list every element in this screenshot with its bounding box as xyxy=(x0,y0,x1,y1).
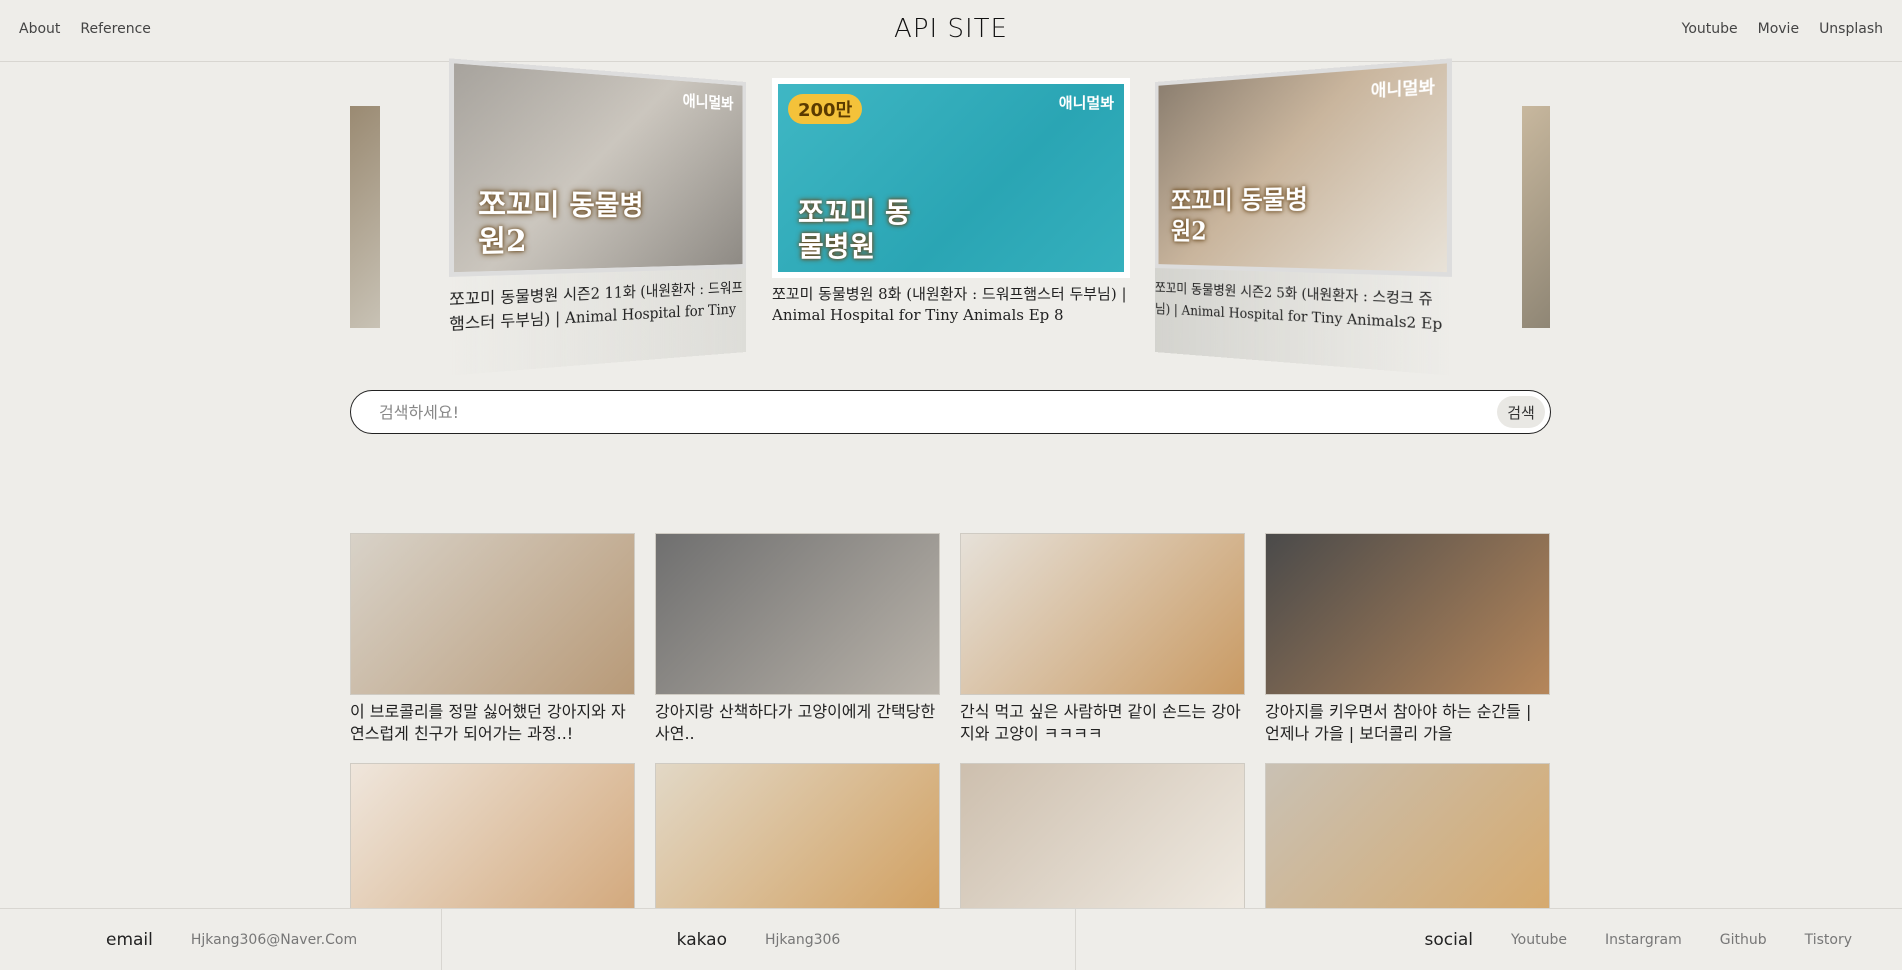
social-github-link[interactable]: Github xyxy=(1720,932,1767,948)
video-thumbnail[interactable] xyxy=(1265,763,1550,925)
video-grid: 이 브로콜리를 정말 싫어했던 강아지와 자연스럽게 친구가 되어가는 과정..… xyxy=(350,533,1551,970)
channel-logo: 애니멀봐 xyxy=(1058,94,1114,112)
video-thumbnail[interactable] xyxy=(1265,533,1550,695)
slide-caption: 쪼꼬미 동물병원 시즌2 5화 (내원환자 : 스컹크 쥬님) | Animal… xyxy=(1155,281,1443,341)
email-label: email xyxy=(106,930,153,950)
carousel-slide-active[interactable]: 200만 애니멀봐 쪼꼬미 동물병원 쪼꼬미 동물병원 8화 (내원환자 : 드… xyxy=(772,78,1130,334)
video-thumbnail[interactable] xyxy=(350,533,635,695)
social-youtube-link[interactable]: Youtube xyxy=(1511,932,1567,948)
video-card[interactable]: 강아지를 키우면서 참아야 하는 순간들 | 언제나 가을 | 보더콜리 가을 xyxy=(1265,533,1550,745)
site-footer: email Hjkang306@Naver.Com kakao Hjkang30… xyxy=(0,908,1902,970)
slide-thumbnail: 200만 애니멀봐 쪼꼬미 동물병원 xyxy=(772,78,1130,278)
thumbnail-title: 쪼꼬미 동물병원2 xyxy=(478,188,644,260)
video-card[interactable]: 이 브로콜리를 정말 싫어했던 강아지와 자연스럽게 친구가 되어가는 과정..… xyxy=(350,533,635,745)
carousel-slide-left[interactable]: 애니멀봐 쪼꼬미 동물병원2 쪼꼬미 동물병원 시즌2 11화 (내원환자 : … xyxy=(449,58,746,376)
video-thumbnail[interactable] xyxy=(350,763,635,925)
email-link[interactable]: Hjkang306@Naver.Com xyxy=(191,932,357,948)
thumbnail-title: 쪼꼬미 동물병원2 xyxy=(1171,183,1308,246)
carousel-slide-far-right[interactable] xyxy=(1522,106,1550,328)
slide-thumbnail: 애니멀봐 쪼꼬미 동물병원2 xyxy=(449,58,746,277)
footer-kakao: kakao Hjkang306 xyxy=(442,909,1076,970)
nav-right: Youtube Movie Unsplash xyxy=(1682,21,1883,37)
video-card[interactable]: 강아지랑 산책하다가 고양이에게 간택당한 사연.. xyxy=(655,533,940,745)
video-carousel: 애니멀봐 쪼꼬미 동물병원2 쪼꼬미 동물병원 시즌2 11화 (내원환자 : … xyxy=(0,58,1902,424)
search-button[interactable]: 검색 xyxy=(1497,396,1545,428)
video-thumbnail[interactable] xyxy=(655,763,940,925)
slide-caption: 쪼꼬미 동물병원 8화 (내원환자 : 드워프햄스터 두부님) | Animal… xyxy=(772,285,1127,328)
video-thumbnail[interactable] xyxy=(655,533,940,695)
slide-thumbnail: 애니멀봐 쪼꼬미 동물병원2 xyxy=(1155,58,1452,277)
video-title[interactable]: 강아지랑 산책하다가 고양이에게 간택당한 사연.. xyxy=(655,701,940,745)
social-tistory-link[interactable]: Tistory xyxy=(1805,932,1852,948)
video-title[interactable]: 강아지를 키우면서 참아야 하는 순간들 | 언제나 가을 | 보더콜리 가을 xyxy=(1265,701,1550,745)
channel-logo: 애니멀봐 xyxy=(1370,75,1435,101)
views-badge: 200만 xyxy=(788,94,863,124)
video-thumbnail[interactable] xyxy=(960,533,1245,695)
nav-youtube-link[interactable]: Youtube xyxy=(1682,21,1738,37)
social-label: social xyxy=(1424,930,1473,950)
thumbnail-title: 쪼꼬미 동물병원 xyxy=(798,196,911,263)
carousel-slide-right[interactable]: 애니멀봐 쪼꼬미 동물병원2 쪼꼬미 동물병원 시즌2 5화 (내원환자 : 스… xyxy=(1155,58,1452,376)
kakao-label: kakao xyxy=(676,930,727,950)
video-thumbnail[interactable] xyxy=(960,763,1245,925)
nav-unsplash-link[interactable]: Unsplash xyxy=(1819,21,1883,37)
search-input[interactable] xyxy=(379,400,1479,424)
footer-email: email Hjkang306@Naver.Com xyxy=(0,909,442,970)
video-title[interactable]: 이 브로콜리를 정말 싫어했던 강아지와 자연스럽게 친구가 되어가는 과정..… xyxy=(350,701,635,745)
video-title[interactable]: 간식 먹고 싶은 사람하면 같이 손드는 강아지와 고양이 ㅋㅋㅋㅋ xyxy=(960,701,1245,745)
slide-caption: 쪼꼬미 동물병원 시즌2 11화 (내원환자 : 드워프햄스터 두부님) | A… xyxy=(449,280,743,340)
nav-movie-link[interactable]: Movie xyxy=(1758,21,1799,37)
site-header: About Reference API SITE Youtube Movie U… xyxy=(0,0,1902,62)
site-title[interactable]: API SITE xyxy=(0,14,1902,44)
kakao-link[interactable]: Hjkang306 xyxy=(765,932,840,948)
channel-logo: 애니멀봐 xyxy=(682,91,734,114)
footer-social: social Youtube Instargram Github Tistory xyxy=(1076,909,1902,970)
video-card[interactable]: 간식 먹고 싶은 사람하면 같이 손드는 강아지와 고양이 ㅋㅋㅋㅋ xyxy=(960,533,1245,745)
social-instagram-link[interactable]: Instargram xyxy=(1605,932,1682,948)
carousel-slide-far-left[interactable] xyxy=(350,106,380,328)
search-bar: 검색 xyxy=(350,390,1551,434)
